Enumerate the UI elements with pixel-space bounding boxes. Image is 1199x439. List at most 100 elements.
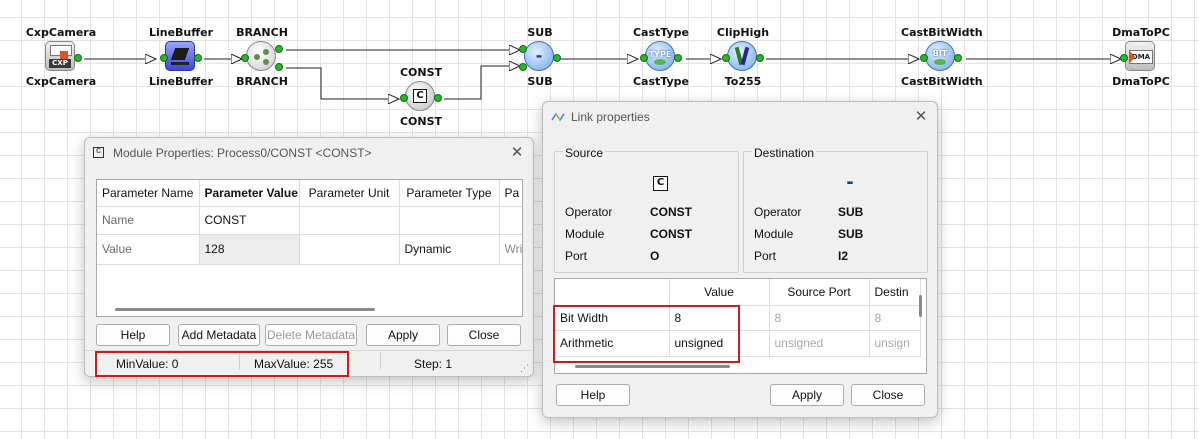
node-label-top: ClipHigh: [716, 26, 770, 39]
column-header[interactable]: Parameter Unit: [298, 180, 400, 207]
input-port[interactable]: [722, 54, 730, 62]
column-header[interactable]: [555, 279, 670, 306]
dma-icon: DMA: [1125, 41, 1155, 71]
column-header[interactable]: Value: [668, 279, 770, 306]
subtract-glyph: -: [535, 46, 543, 65]
output-port[interactable]: [674, 54, 682, 62]
node-label-bottom: CxpCamera: [25, 75, 97, 88]
input-port[interactable]: [640, 54, 648, 62]
subtract-icon: -: [846, 172, 854, 193]
node-label-bottom: To255: [724, 75, 762, 88]
link-properties-window[interactable]: Link properties ✕ Source C Operator CONS…: [542, 101, 938, 418]
destination-heading: Destination: [752, 146, 817, 160]
castbitwidth-icon: BIT: [925, 41, 955, 71]
branch-icon: [246, 41, 276, 71]
output-port[interactable]: [74, 54, 82, 62]
help-button[interactable]: Help: [96, 324, 170, 346]
node-label-top: SUB: [527, 26, 553, 39]
input-port[interactable]: [160, 54, 168, 62]
step-status: Step: 1: [414, 357, 453, 371]
output-port-1[interactable]: [275, 45, 283, 53]
node-cliphigh[interactable]: ClipHigh To255: [703, 26, 783, 88]
horizontal-scrollbar[interactable]: [575, 365, 730, 368]
node-label-bottom: LineBuffer: [148, 75, 214, 88]
delete-metadata-button[interactable]: Delete Metadata: [265, 324, 357, 346]
close-icon[interactable]: ✕: [913, 109, 929, 125]
cxp-badge: CXP: [49, 59, 71, 68]
camera-icon: CXP: [45, 41, 75, 71]
const-icon: C: [93, 147, 104, 158]
column-header[interactable]: Parameter Name: [97, 180, 200, 207]
node-label-bottom: SUB: [527, 75, 553, 88]
close-button[interactable]: Close: [447, 324, 521, 346]
output-port-2[interactable]: [275, 63, 283, 71]
input-port-2[interactable]: [519, 63, 527, 71]
column-header[interactable]: Parameter Value: [198, 180, 300, 207]
operator-label: Operator: [565, 205, 613, 219]
linebuffer-icon: [165, 41, 195, 71]
node-sub[interactable]: SUB - SUB: [500, 26, 580, 88]
castbitwidth-glyph: BIT: [932, 49, 948, 58]
node-label-top: CastType: [632, 26, 689, 39]
column-header[interactable]: Source Port: [768, 279, 870, 306]
source-heading: Source: [563, 146, 606, 160]
highlight-min-max: [95, 351, 349, 377]
casttype-icon: TYPE: [645, 41, 675, 71]
vertical-scrollbar[interactable]: [919, 295, 922, 317]
input-port[interactable]: [920, 54, 928, 62]
destination-port-value: unsign: [868, 329, 921, 357]
param-unit: [298, 233, 400, 265]
param-value[interactable]: CONST: [198, 205, 300, 235]
horizontal-scrollbar[interactable]: [115, 308, 375, 311]
output-port[interactable]: [553, 54, 561, 62]
node-branch[interactable]: BRANCH BRANCH: [222, 26, 302, 88]
node-castbitwidth[interactable]: CastBitWidth BIT CastBitWidth: [901, 26, 983, 88]
node-const[interactable]: CONST C CONST: [381, 66, 461, 128]
destination-port-value: 8: [868, 304, 921, 331]
add-metadata-button[interactable]: Add Metadata: [178, 324, 260, 346]
node-casttype[interactable]: CastType TYPE CastType: [621, 26, 701, 88]
help-button[interactable]: Help: [556, 384, 630, 406]
destination-port: I2: [838, 249, 849, 263]
column-header[interactable]: Parameter Type: [398, 180, 500, 207]
output-port[interactable]: [756, 54, 764, 62]
close-button[interactable]: Close: [851, 384, 925, 406]
param-extra: Wri: [498, 233, 522, 265]
module-properties-window[interactable]: C Module Properties: Process0/CONST <CON…: [84, 137, 534, 377]
param-value[interactable]: 128: [198, 233, 300, 265]
param-unit: [298, 205, 400, 235]
resize-grip-icon[interactable]: ⋰: [520, 364, 529, 374]
cliphigh-icon: [727, 41, 757, 71]
column-header[interactable]: Destin: [868, 279, 921, 306]
module-properties-titlebar[interactable]: C Module Properties: Process0/CONST <CON…: [85, 138, 533, 168]
output-port[interactable]: [954, 54, 962, 62]
param-name: Value: [97, 233, 200, 265]
destination-module: SUB: [838, 227, 864, 241]
param-name: Name: [97, 205, 200, 235]
parameter-table[interactable]: Parameter Name Parameter Value Parameter…: [96, 179, 523, 317]
param-type: Dynamic: [398, 233, 500, 265]
node-cxpcamera[interactable]: CxpCamera CXP CxpCamera: [21, 26, 101, 88]
link-properties-titlebar[interactable]: Link properties ✕: [543, 102, 937, 132]
table-header-row: Parameter Name Parameter Value Parameter…: [97, 180, 522, 207]
node-label-bottom: BRANCH: [236, 75, 288, 88]
output-port[interactable]: [434, 94, 442, 102]
node-label-top: LineBuffer: [148, 26, 214, 39]
input-port-1[interactable]: [519, 45, 527, 53]
node-label-top: CONST: [399, 66, 443, 79]
close-icon[interactable]: ✕: [509, 145, 525, 161]
input-port[interactable]: [1120, 54, 1128, 62]
table-row[interactable]: Value 128 Dynamic Wri: [97, 233, 522, 265]
apply-button[interactable]: Apply: [366, 324, 440, 346]
node-dmatopc[interactable]: DmaToPC DMA DmaToPC: [1101, 26, 1181, 88]
table-row[interactable]: Name CONST: [97, 205, 522, 235]
input-port[interactable]: [400, 94, 408, 102]
apply-button[interactable]: Apply: [770, 384, 844, 406]
output-port[interactable]: [194, 54, 202, 62]
input-port[interactable]: [241, 54, 249, 62]
node-label-bottom: DmaToPC: [1112, 75, 1170, 88]
destination-group: Destination - Operator SUB Module SUB Po…: [743, 146, 928, 273]
node-linebuffer[interactable]: LineBuffer LineBuffer: [141, 26, 221, 88]
const-icon: C: [405, 81, 435, 111]
column-header[interactable]: Pa: [498, 180, 522, 207]
